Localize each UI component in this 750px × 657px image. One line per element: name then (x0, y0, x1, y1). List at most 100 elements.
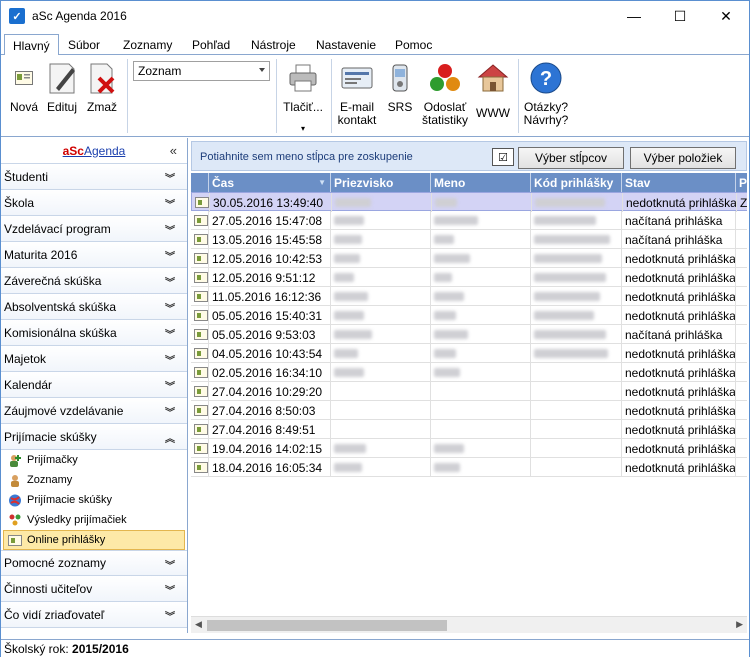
sidebar-item-komisionalna-skuska[interactable]: Komisionálna skúška ︾ (1, 320, 187, 346)
sidebar-item-co-vidi-zriadovatel[interactable]: Čo vidí zriaďovateľ ︾ (1, 602, 187, 628)
tab-nastavenie[interactable]: Nastavenie (308, 34, 384, 55)
cell-time: 12.05.2016 9:51:12 (209, 268, 331, 287)
cell-surname-redacted (331, 401, 431, 420)
column-header-icon[interactable] (191, 173, 209, 192)
cell-state: nedotknutá prihláška (622, 249, 736, 268)
www-label: WWW (476, 106, 510, 120)
table-row[interactable]: 11.05.2016 16:12:36 nedotknutá prihláška (191, 287, 747, 306)
tab-zoznamy[interactable]: Zoznamy (115, 34, 180, 55)
grid-header: Čas ▼ Priezvisko Meno Kód prihlášky Stav … (191, 173, 747, 192)
www-button[interactable]: WWW (475, 61, 511, 120)
tab-pohlad[interactable]: Pohľad (184, 34, 238, 55)
table-row[interactable]: 02.05.2016 16:34:10 nedotknutá prihláška (191, 363, 747, 382)
choose-items-button[interactable]: Výber položiek (630, 147, 736, 169)
column-header-extra[interactable]: P (736, 173, 747, 192)
cell-time: 04.05.2016 10:43:54 (209, 344, 331, 363)
sidebar-item-prijimacie-skusky[interactable]: Prijímacie skúšky ︽ (1, 424, 187, 450)
row-icon-cell (191, 344, 209, 363)
cell-time: 19.04.2016 14:02:15 (209, 439, 331, 458)
srs-button[interactable]: SRS (385, 61, 415, 114)
table-row[interactable]: 19.04.2016 14:02:15 nedotknutá prihláška (191, 439, 747, 458)
sidebar-item-pomocne-zoznamy[interactable]: Pomocné zoznamy ︾ (1, 550, 187, 576)
tab-nastroje[interactable]: Nástroje (243, 34, 304, 55)
column-header-meno[interactable]: Meno (431, 173, 531, 192)
sidebar-item-skola[interactable]: Škola ︾ (1, 190, 187, 216)
group-by-panel[interactable]: Potiahnite sem meno stĺpca pre zoskupeni… (191, 141, 747, 171)
sidebar-subitem-online-prihlasky[interactable]: Online prihlášky (3, 530, 185, 550)
chevron-down-icon: ︾ (165, 200, 175, 211)
choose-columns-button[interactable]: Výber stĺpcov (518, 147, 624, 169)
sidebar-subitem-vysledky-prijimaciek[interactable]: Výsledky prijímačiek (1, 510, 187, 530)
table-row[interactable]: 27.04.2016 10:29:20 nedotknutá prihláška (191, 382, 747, 401)
sidebar-item-majetok[interactable]: Majetok ︾ (1, 346, 187, 372)
row-icon-cell (191, 287, 209, 306)
select-all-checkbox[interactable]: ☑ (492, 148, 514, 166)
tab-hlavny[interactable]: Hlavný (4, 34, 59, 57)
asc-agenda-link[interactable]: aScAgenda (63, 144, 126, 158)
column-header-priezvisko[interactable]: Priezvisko (331, 173, 431, 192)
table-row[interactable]: 27.04.2016 8:49:51 nedotknutá prihláška (191, 420, 747, 439)
cell-name-redacted (431, 325, 531, 344)
column-header-stav[interactable]: Stav (622, 173, 736, 192)
sidebar-item-cinnosti-ucitelov[interactable]: Činnosti učiteľov ︾ (1, 576, 187, 602)
sidebar-item-zaujmove-vzdelavanie[interactable]: Záujmové vzdelávanie ︾ (1, 398, 187, 424)
sidebar-item-studenti[interactable]: Študenti ︾ (1, 164, 187, 190)
collapse-sidebar-icon[interactable]: « (170, 143, 177, 158)
cell-extra (736, 230, 747, 249)
scroll-thumb[interactable] (207, 620, 447, 631)
cell-name-redacted (431, 420, 531, 439)
send-statistics-button[interactable]: Odoslať štatistiky (421, 61, 469, 127)
school-year-label: Školský rok: (4, 641, 69, 656)
cell-extra (736, 249, 747, 268)
sidebar-item-vzdelavaci-program[interactable]: Vzdelávací program ︾ (1, 216, 187, 242)
minimize-button[interactable]: — (611, 1, 657, 31)
app-window: ✓ aSc Agenda 2016 — ☐ ✕ Hlavný Súbor Zoz… (0, 0, 750, 657)
sidebar-item-kalendar[interactable]: Kalendár ︾ (1, 372, 187, 398)
table-row[interactable]: 04.05.2016 10:43:54 nedotknutá prihláška (191, 344, 747, 363)
help-label-2: Návrhy? (523, 113, 569, 127)
tab-pomoc[interactable]: Pomoc (387, 34, 440, 55)
table-row[interactable]: 05.05.2016 9:53:03 načítaná prihláška (191, 325, 747, 344)
horizontal-scrollbar[interactable]: ◀ ▶ (191, 616, 747, 633)
view-select[interactable]: Zoznam (133, 61, 270, 81)
cell-time: 13.05.2016 15:45:58 (209, 230, 331, 249)
scroll-right-icon[interactable]: ▶ (736, 619, 743, 630)
sidebar-subitem-prijimacky[interactable]: Prijímačky (1, 450, 187, 470)
table-row[interactable]: 13.05.2016 15:45:58 načítaná prihláška (191, 230, 747, 249)
column-header-kod[interactable]: Kód prihlášky (531, 173, 622, 192)
new-button[interactable]: Nová (7, 61, 41, 114)
cell-extra (736, 268, 747, 287)
table-row[interactable]: 05.05.2016 15:40:31 nedotknutá prihláška (191, 306, 747, 325)
application-card-icon (194, 253, 208, 264)
svg-text:?: ? (540, 68, 552, 90)
maximize-button[interactable]: ☐ (657, 1, 703, 31)
cell-code-redacted (531, 363, 622, 382)
tab-subor[interactable]: Súbor (60, 34, 108, 55)
column-header-cas[interactable]: Čas ▼ (209, 173, 331, 192)
phone-icon (384, 61, 416, 95)
help-button[interactable]: ? Otázky? Návrhy? (523, 61, 569, 127)
scroll-left-icon[interactable]: ◀ (195, 619, 202, 630)
sidebar-subitem-prijimacie-skusky[interactable]: Prijímacie skúšky (1, 490, 187, 510)
edit-button[interactable]: Edituj (45, 61, 79, 114)
table-row[interactable]: 12.05.2016 10:42:53 nedotknutá prihláška (191, 249, 747, 268)
delete-button[interactable]: Zmaž (85, 61, 119, 114)
table-row[interactable]: 27.04.2016 8:50:03 nedotknutá prihláška (191, 401, 747, 420)
sidebar-item-absolventska-skuska[interactable]: Absolventská skúška ︾ (1, 294, 187, 320)
sidebar-item-maturita[interactable]: Maturita 2016 ︾ (1, 242, 187, 268)
school-year-value: 2015/2016 (72, 641, 129, 656)
close-button[interactable]: ✕ (703, 1, 749, 31)
table-row[interactable]: 12.05.2016 9:51:12 nedotknutá prihláška (191, 268, 747, 287)
cell-surname-redacted (331, 382, 431, 401)
row-icon-cell (191, 230, 209, 249)
table-row[interactable]: 30.05.2016 13:49:40 nedotknutá prihláška Z (191, 192, 747, 212)
table-row[interactable]: 27.05.2016 15:47:08 načítaná prihláška (191, 211, 747, 230)
email-contact-button[interactable]: E-mail kontakt (337, 61, 377, 127)
sidebar: aScAgenda « Študenti ︾ Škola ︾ Vzdelávací … (1, 138, 188, 633)
cell-surname-redacted (331, 344, 431, 363)
sidebar-subitem-zoznamy[interactable]: Zoznamy (1, 470, 187, 490)
print-button[interactable]: Tlačiť... ▾ (281, 61, 325, 135)
cell-extra: Z (737, 193, 747, 212)
sidebar-item-zaverecna-skuska[interactable]: Záverečná skúška ︾ (1, 268, 187, 294)
table-row[interactable]: 18.04.2016 16:05:34 nedotknutá prihláška (191, 458, 747, 477)
